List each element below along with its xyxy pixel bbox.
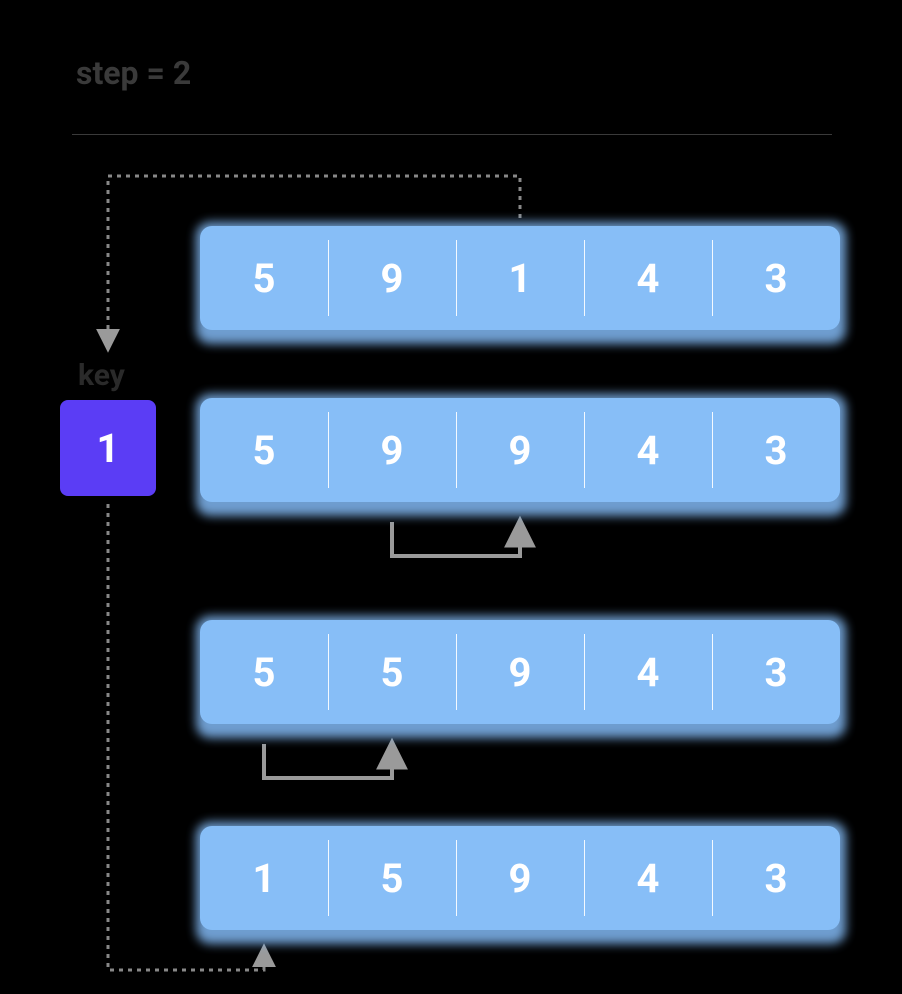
array-cell: 5 xyxy=(328,620,456,724)
array-cell: 1 xyxy=(456,226,584,330)
divider xyxy=(72,134,832,135)
shift-arrow-1 xyxy=(392,522,520,556)
array-row-3: 1 5 9 4 3 xyxy=(200,826,840,930)
array-cell: 9 xyxy=(328,398,456,502)
array-cell: 9 xyxy=(456,826,584,930)
array-cell: 5 xyxy=(200,226,328,330)
array-cell: 4 xyxy=(584,620,712,724)
array-cell: 3 xyxy=(712,620,840,724)
array-cell: 9 xyxy=(456,620,584,724)
array-row-2: 5 5 9 4 3 xyxy=(200,620,840,724)
array-cell: 1 xyxy=(200,826,328,930)
array-row-0: 5 9 1 4 3 xyxy=(200,226,840,330)
key-label: key xyxy=(78,358,125,393)
array-cell: 9 xyxy=(328,226,456,330)
array-row-1: 5 9 9 4 3 xyxy=(200,398,840,502)
array-cell: 4 xyxy=(584,826,712,930)
step-title: step = 2 xyxy=(76,54,191,92)
array-cell: 9 xyxy=(456,398,584,502)
key-box: 1 xyxy=(60,400,156,496)
array-cell: 4 xyxy=(584,226,712,330)
array-cell: 5 xyxy=(200,620,328,724)
array-cell: 3 xyxy=(712,226,840,330)
array-cell: 5 xyxy=(200,398,328,502)
shift-arrow-2 xyxy=(264,744,392,778)
array-cell: 5 xyxy=(328,826,456,930)
array-cell: 3 xyxy=(712,398,840,502)
array-cell: 4 xyxy=(584,398,712,502)
array-cell: 3 xyxy=(712,826,840,930)
